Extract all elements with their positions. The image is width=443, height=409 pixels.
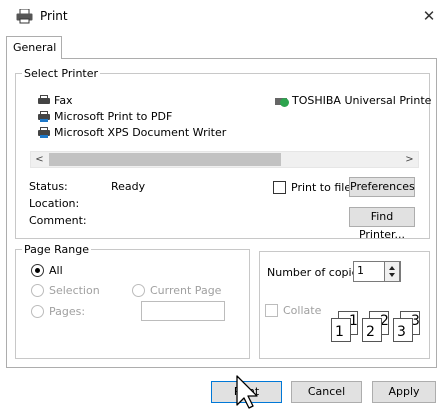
tab-general[interactable]: General: [6, 36, 62, 59]
print-to-file-label[interactable]: Print to file: [291, 181, 351, 194]
printer-item-toshiba[interactable]: TOSHIBA Universal Printe: [275, 94, 431, 107]
printer-item-fax[interactable]: Fax: [37, 94, 73, 107]
page-range-selection-radio[interactable]: [31, 284, 44, 297]
spinner-arrows-icon: [389, 266, 395, 277]
collate-page: 1: [331, 318, 351, 342]
select-printer-legend: Select Printer: [24, 67, 99, 80]
page-range-all-label[interactable]: All: [49, 264, 63, 277]
printer-name: TOSHIBA Universal Printe: [292, 94, 432, 107]
printer-name: Microsoft Print to PDF: [54, 110, 173, 123]
comment-label: Comment:: [29, 214, 87, 227]
page-range-pages-radio[interactable]: [31, 305, 44, 318]
printer-name: Fax: [54, 94, 73, 107]
pages-input[interactable]: [141, 301, 225, 321]
preferences-button[interactable]: Preferences: [349, 177, 415, 197]
copies-spinner[interactable]: [384, 261, 400, 282]
printer-list-scrollbar[interactable]: < >: [30, 151, 419, 168]
copies-value: 1: [357, 264, 364, 277]
page-range-current-page-label[interactable]: Current Page: [150, 284, 221, 297]
default-printer-icon: [275, 95, 289, 107]
close-icon[interactable]: ✕: [421, 8, 437, 24]
page-range-pages-label[interactable]: Pages:: [49, 305, 85, 318]
print-to-file-checkbox[interactable]: [273, 181, 286, 194]
scroll-left-arrow[interactable]: <: [31, 152, 48, 167]
page-range-legend: Page Range: [24, 243, 89, 256]
scroll-thumb[interactable]: [49, 153, 281, 166]
printer-icon: [37, 95, 51, 106]
apply-button[interactable]: Apply: [372, 381, 436, 403]
printer-icon: [16, 9, 33, 24]
page-range-all-radio[interactable]: [31, 264, 44, 277]
printer-item-microsoft-xps[interactable]: Microsoft XPS Document Writer: [37, 126, 226, 139]
printer-item-microsoft-print-to-pdf[interactable]: Microsoft Print to PDF: [37, 110, 172, 123]
scroll-right-arrow[interactable]: >: [401, 152, 418, 167]
page-range-current-page-radio[interactable]: [132, 284, 145, 297]
printer-name: Microsoft XPS Document Writer: [54, 126, 227, 139]
page-range-selection-label[interactable]: Selection: [49, 284, 100, 297]
collate-checkbox[interactable]: [265, 304, 278, 317]
dialog-title: Print: [40, 9, 68, 23]
printer-icon: [37, 111, 51, 122]
status-value: Ready: [111, 180, 146, 193]
status-label: Status:: [29, 180, 68, 193]
printer-icon: [37, 127, 51, 138]
location-label: Location:: [29, 197, 80, 210]
collate-page: 2: [362, 318, 382, 342]
collate-label[interactable]: Collate: [283, 304, 321, 317]
find-printer-button[interactable]: Find Printer...: [349, 207, 415, 241]
mouse-cursor-icon: [236, 375, 258, 409]
tab-panel-general: Select Printer Fax TOSHIBA Universal Pri…: [6, 58, 437, 368]
title-bar: Print ✕: [0, 0, 443, 34]
cancel-button[interactable]: Cancel: [291, 381, 362, 403]
copies-input[interactable]: 1: [353, 261, 401, 282]
collate-page: 3: [393, 318, 413, 342]
